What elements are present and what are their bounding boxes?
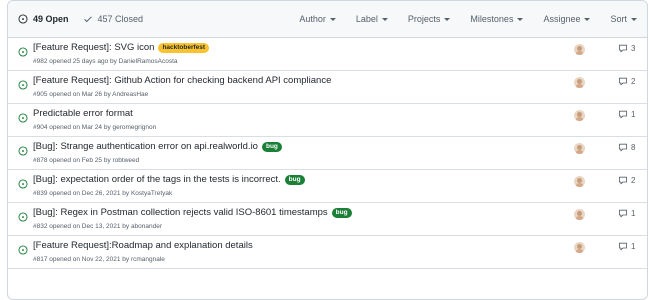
- comment-count: 8: [631, 143, 636, 152]
- assignee-avatar[interactable]: [574, 209, 585, 220]
- comment-count: 2: [631, 77, 636, 86]
- comments-link[interactable]: 3: [618, 44, 635, 53]
- comment-icon: [618, 209, 628, 218]
- assignee-avatar[interactable]: [574, 77, 585, 88]
- comments-link[interactable]: 8: [618, 143, 635, 152]
- issue-title-line: [Bug]: Regex in Postman collection rejec…: [33, 207, 352, 218]
- issue-label[interactable]: bug: [261, 141, 282, 152]
- comment-count: 3: [631, 44, 636, 53]
- comment-count: 1: [631, 110, 636, 119]
- comments-link[interactable]: 1: [618, 110, 635, 119]
- comments-link[interactable]: 2: [618, 176, 635, 185]
- issue-title-line: [Feature Request]: SVG icon hacktoberfest: [33, 42, 210, 53]
- issue-row: [Bug]: Regex in Postman collection rejec…: [8, 203, 647, 236]
- comment-icon: [618, 242, 628, 251]
- issue-row: [Feature Request]:Roadmap and explanatio…: [8, 236, 647, 269]
- comment-icon: [618, 143, 628, 152]
- comment-icon: [618, 110, 628, 119]
- closed-issues-tab[interactable]: 457 Closed: [83, 14, 144, 24]
- comment-count: 2: [631, 176, 636, 185]
- caret-down-icon: [444, 17, 451, 21]
- issue-meta: #905 opened on Mar 26 by AndreasHae: [33, 91, 149, 98]
- issue-title-link[interactable]: Predictable error format: [33, 108, 133, 119]
- issue-opened-icon: [18, 110, 28, 128]
- caret-down-icon: [631, 17, 637, 21]
- caret-down-icon: [517, 17, 524, 21]
- issue-label[interactable]: bug: [284, 174, 305, 185]
- issue-filters: Author Label Projects Milestones Assigne…: [279, 14, 637, 24]
- author-filter[interactable]: Author: [299, 14, 336, 24]
- issues-list-box: 49 Open 457 Closed Author Label Projects…: [7, 0, 648, 300]
- open-issues-count: 49 Open: [33, 14, 69, 24]
- comment-icon: [618, 176, 628, 185]
- issue-row: [Bug]: Strange authentication error on a…: [8, 137, 647, 170]
- open-issues-tab[interactable]: 49 Open: [18, 14, 69, 24]
- issue-opened-icon: [18, 209, 28, 227]
- comments-link[interactable]: 1: [618, 242, 635, 251]
- issue-row: Predictable error format #904 opened on M…: [8, 104, 647, 137]
- comment-count: 1: [631, 209, 636, 218]
- issue-title-line: Predictable error format: [33, 108, 133, 119]
- issue-meta: #817 opened on Nov 22, 2021 by rcmangnal…: [33, 256, 165, 263]
- assignee-avatar[interactable]: [574, 242, 585, 253]
- issue-title-line: [Bug]: expectation order of the tags in …: [33, 174, 305, 185]
- sort-filter[interactable]: Sort: [610, 14, 637, 24]
- assignee-filter[interactable]: Assignee: [543, 14, 591, 24]
- issue-state-toggle: 49 Open 457 Closed: [18, 14, 157, 24]
- issue-opened-icon: [18, 44, 28, 62]
- issue-row: [Feature Request]: SVG icon hacktoberfest…: [8, 38, 647, 71]
- check-icon: [83, 16, 92, 23]
- issue-opened-icon: [18, 14, 28, 24]
- issues-list-header: 49 Open 457 Closed Author Label Projects…: [8, 1, 647, 38]
- caret-down-icon: [584, 17, 591, 21]
- issue-opened-icon: [18, 176, 28, 194]
- issue-label[interactable]: hacktoberfest: [158, 42, 210, 53]
- issue-label[interactable]: bug: [331, 207, 352, 218]
- closed-issues-count: 457 Closed: [97, 14, 144, 24]
- issue-meta: #904 opened on Mar 24 by geromegrignon: [33, 124, 157, 131]
- issue-title-link[interactable]: [Bug]: Strange authentication error on a…: [33, 141, 258, 152]
- issue-row: [Bug]: expectation order of the tags in …: [8, 170, 647, 203]
- issue-opened-icon: [18, 77, 28, 95]
- comment-icon: [618, 77, 628, 86]
- issue-opened-icon: [18, 242, 28, 260]
- issue-meta: #832 opened on Dec 13, 2021 by abonander: [33, 223, 163, 230]
- issue-meta: #982 opened 25 days ago by DanielRamosAc…: [33, 58, 178, 65]
- issue-title-link[interactable]: [Feature Request]: Github Action for che…: [33, 75, 331, 86]
- issue-rows: [Feature Request]: SVG icon hacktoberfest…: [8, 38, 647, 269]
- issue-title-link[interactable]: [Feature Request]: SVG icon: [33, 42, 154, 53]
- assignee-avatar[interactable]: [574, 176, 585, 187]
- assignee-avatar[interactable]: [574, 143, 585, 154]
- label-filter[interactable]: Label: [356, 14, 388, 24]
- milestones-filter[interactable]: Milestones: [470, 14, 524, 24]
- issue-title-link[interactable]: [Bug]: Regex in Postman collection rejec…: [33, 207, 328, 218]
- assignee-avatar[interactable]: [574, 110, 585, 121]
- issue-title-line: [Bug]: Strange authentication error on a…: [33, 141, 282, 152]
- issue-title-link[interactable]: [Bug]: expectation order of the tags in …: [33, 174, 281, 185]
- issue-title-line: [Feature Request]: Github Action for che…: [33, 75, 331, 86]
- comments-link[interactable]: 1: [618, 209, 635, 218]
- issue-meta: #839 opened on Dec 26, 2021 by KostyaTre…: [33, 190, 173, 197]
- comment-count: 1: [631, 242, 636, 251]
- caret-down-icon: [381, 17, 388, 21]
- projects-filter[interactable]: Projects: [408, 14, 451, 24]
- comment-icon: [618, 44, 628, 53]
- issue-meta: #878 opened on Feb 25 by robtweed: [33, 157, 140, 164]
- caret-down-icon: [329, 17, 336, 21]
- issue-title-line: [Feature Request]:Roadmap and explanatio…: [33, 240, 253, 251]
- issue-opened-icon: [18, 143, 28, 161]
- issue-row: [Feature Request]: Github Action for che…: [8, 71, 647, 104]
- issue-title-link[interactable]: [Feature Request]:Roadmap and explanatio…: [33, 240, 253, 251]
- comments-link[interactable]: 2: [618, 77, 635, 86]
- assignee-avatar[interactable]: [574, 44, 585, 55]
